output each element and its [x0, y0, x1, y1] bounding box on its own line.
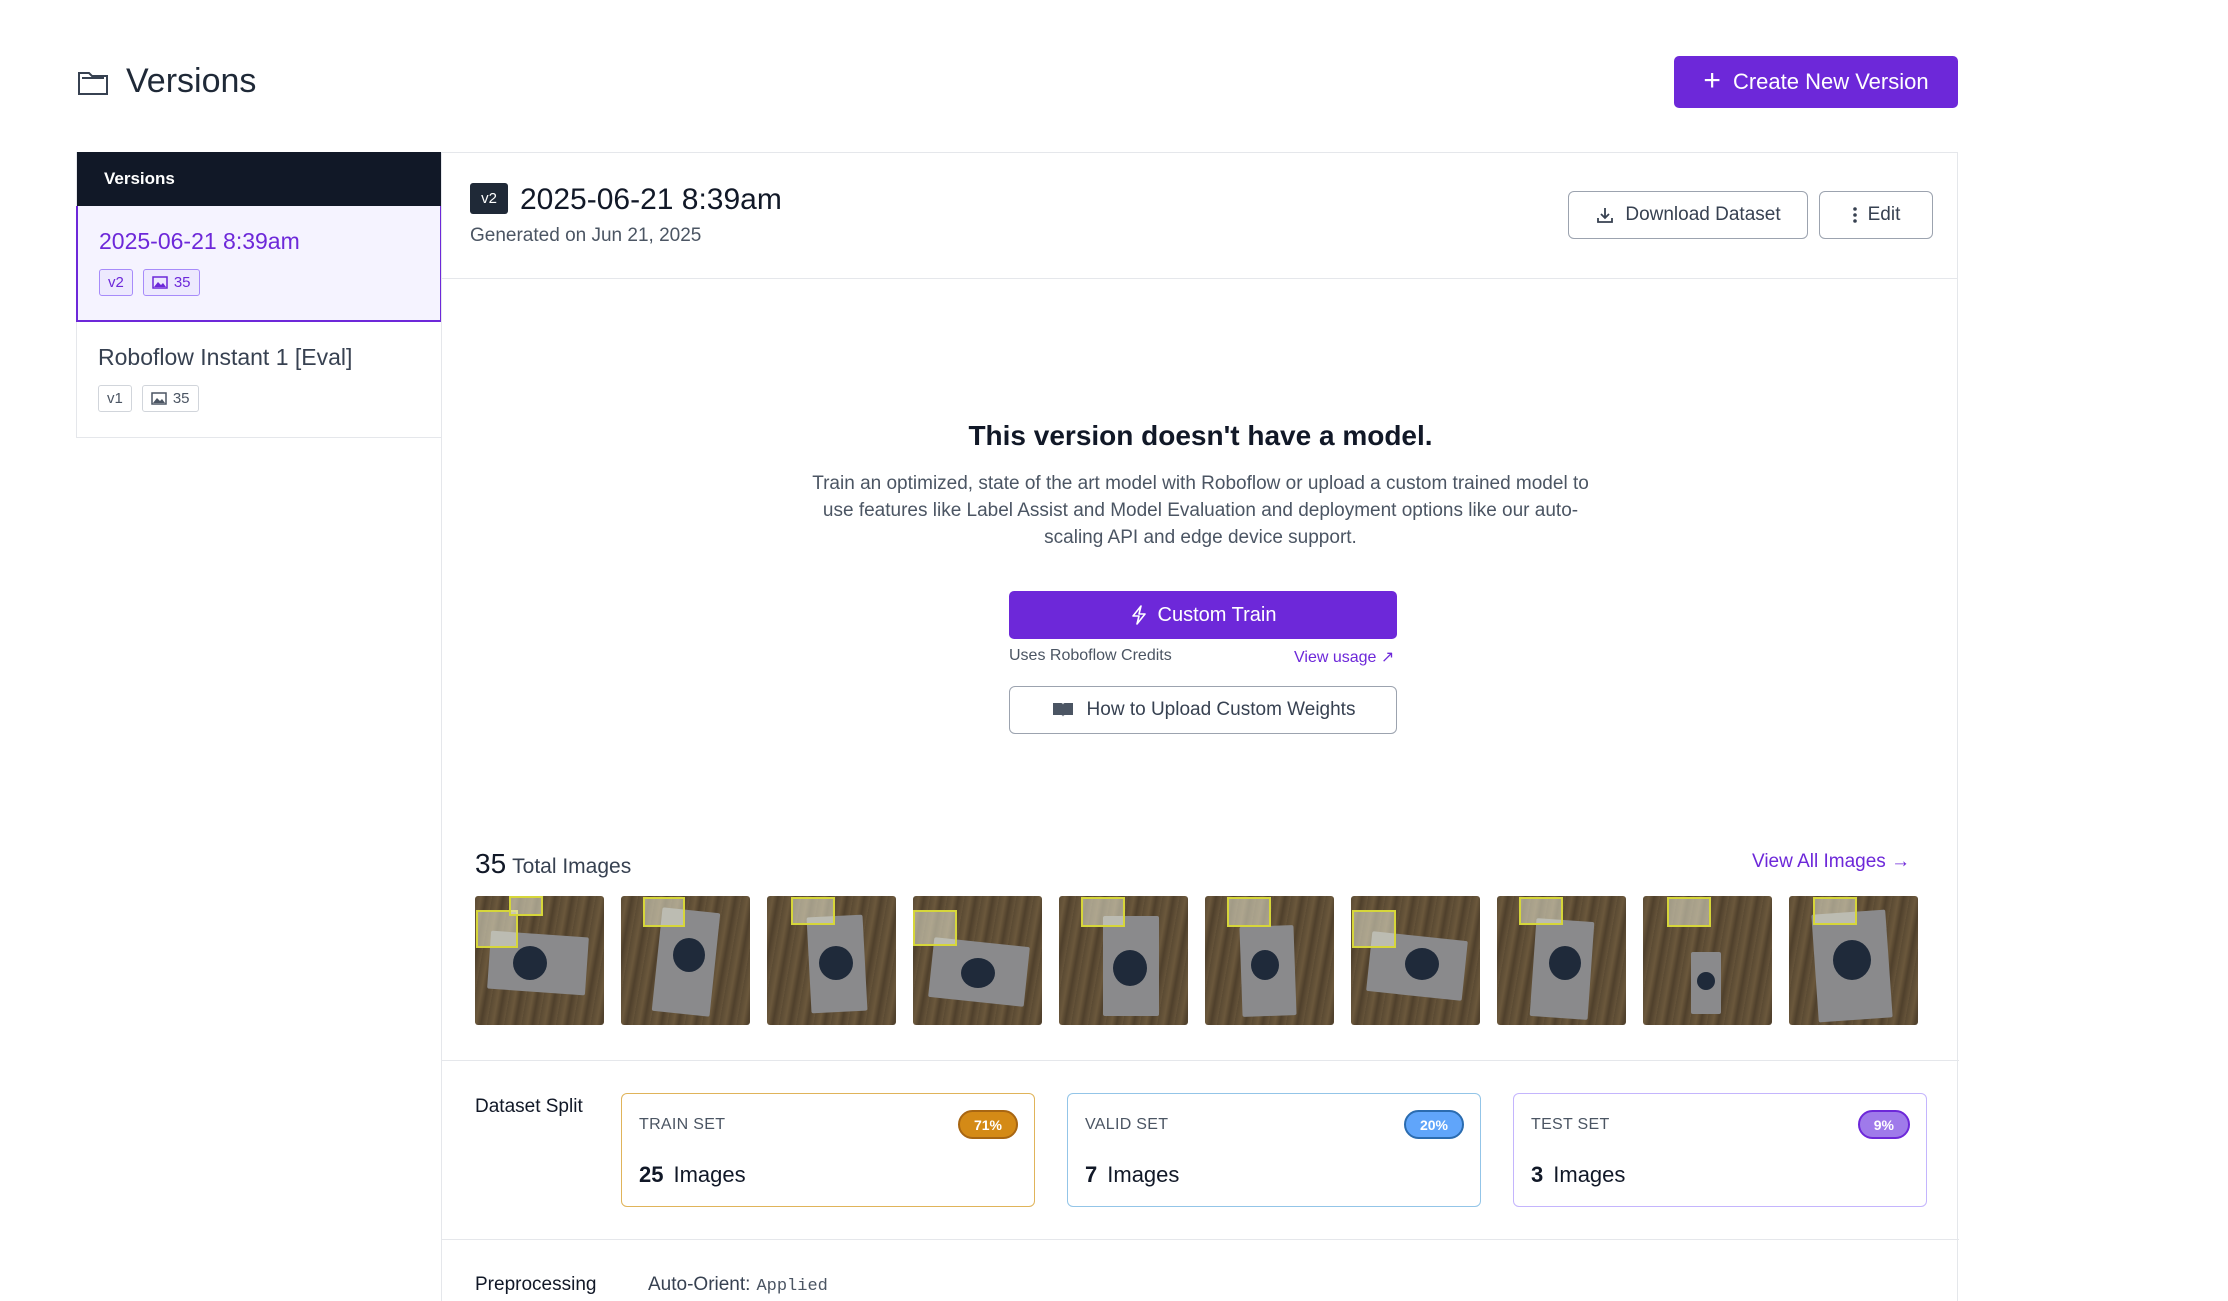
folder-icon [78, 71, 108, 95]
version-generated-date: Generated on Jun 21, 2025 [470, 225, 702, 246]
valid-set-count: 7 Images [1085, 1162, 1180, 1187]
custom-train-button[interactable]: Custom Train [1009, 591, 1397, 639]
train-set-percent: 71% [957, 1110, 1018, 1139]
image-thumbnail[interactable] [767, 896, 896, 1025]
edit-label: Edit [1867, 204, 1901, 225]
version-name: 2025-06-21 8:39am [99, 228, 300, 254]
image-thumbnail[interactable] [1789, 896, 1918, 1025]
download-icon [1597, 208, 1614, 223]
image-count-tag: 35 [141, 385, 199, 412]
version-header: v2 2025-06-21 8:39am Generated on Jun 21… [442, 153, 1957, 279]
download-dataset-label: Download Dataset [1625, 204, 1781, 225]
lightning-icon [1131, 605, 1146, 625]
page-title-wrap: Versions [76, 62, 256, 101]
valid-set-title: VALID SET [1085, 1116, 1169, 1133]
view-usage-link[interactable]: View usage ↗ [1294, 647, 1394, 667]
version-title: 2025-06-21 8:39am [520, 183, 782, 216]
test-set-title: TEST SET [1531, 1116, 1610, 1133]
version-name: Roboflow Instant 1 [Eval] [98, 344, 353, 370]
test-set-card[interactable]: TEST SET 9% 3 Images [1513, 1093, 1927, 1207]
book-icon [1052, 703, 1073, 717]
view-all-images-label: View All Images [1752, 851, 1886, 872]
no-model-description: Train an optimized, state of the art mod… [812, 473, 1589, 548]
preprocessing-item: Auto-Orient: Applied [648, 1274, 828, 1296]
version-badge: v2 [470, 183, 508, 214]
version-item-v1[interactable]: Roboflow Instant 1 [Eval] v1 35 [77, 322, 441, 438]
versions-sidebar: Versions 2025-06-21 8:39am v2 35 Roboflo… [76, 152, 442, 438]
preprocessing-label: Preprocessing [475, 1274, 597, 1295]
page-title: Versions [126, 62, 257, 100]
total-images-label: Total Images [512, 855, 632, 878]
create-new-version-label: Create New Version [1732, 69, 1929, 94]
valid-set-card[interactable]: VALID SET 20% 7 Images [1067, 1093, 1481, 1207]
preprocessing-value: Applied [756, 1277, 828, 1296]
image-thumbnail[interactable] [1351, 896, 1480, 1025]
valid-set-percent: 20% [1403, 1110, 1464, 1139]
train-set-card[interactable]: TRAIN SET 71% 25 Images [621, 1093, 1035, 1207]
no-model-section: This version doesn't have a model. Train… [442, 420, 1959, 551]
page-header: Versions + Create New Version [76, 56, 1958, 110]
upload-custom-weights-label: How to Upload Custom Weights [1086, 699, 1356, 720]
view-usage-label: View usage [1294, 649, 1377, 666]
download-dataset-button[interactable]: Download Dataset [1568, 191, 1808, 239]
image-thumbnail[interactable] [475, 896, 604, 1025]
image-icon [151, 392, 167, 405]
total-images: 35 Total Images [475, 848, 631, 880]
version-tags: v1 35 [98, 385, 441, 412]
image-count: 35 [172, 390, 190, 407]
image-thumbnail[interactable] [1059, 896, 1188, 1025]
test-set-percent: 9% [1857, 1110, 1910, 1139]
credits-note: Uses Roboflow Credits [1009, 647, 1172, 664]
image-thumbnail[interactable] [1497, 896, 1626, 1025]
total-images-count: 35 [475, 848, 507, 879]
version-tags: v2 35 [99, 269, 440, 296]
image-thumbnails [475, 896, 1918, 1025]
version-tag: v2 [99, 269, 133, 296]
create-new-version-button[interactable]: + Create New Version [1674, 56, 1958, 108]
more-vertical-icon [1852, 207, 1857, 223]
view-all-images-link[interactable]: View All Images → [1752, 851, 1910, 873]
version-detail-panel: v2 2025-06-21 8:39am Generated on Jun 21… [441, 152, 1959, 1301]
train-set-count: 25 Images [639, 1162, 746, 1187]
edit-button[interactable]: Edit [1819, 191, 1933, 239]
image-thumbnail[interactable] [913, 896, 1042, 1025]
sidebar-heading: Versions [77, 152, 441, 206]
preprocessing-key: Auto-Orient: [648, 1274, 751, 1295]
no-model-title: This version doesn't have a model. [968, 420, 1433, 451]
version-item-v2[interactable]: 2025-06-21 8:39am v2 35 [76, 206, 442, 322]
train-set-title: TRAIN SET [639, 1116, 726, 1133]
image-thumbnail[interactable] [1205, 896, 1334, 1025]
divider [442, 1060, 1959, 1061]
image-count: 35 [173, 274, 191, 291]
dataset-split-label: Dataset Split [475, 1096, 583, 1117]
test-set-count: 3 Images [1531, 1162, 1626, 1187]
image-icon [152, 276, 168, 289]
custom-train-label: Custom Train [1157, 603, 1277, 626]
image-thumbnail[interactable] [1643, 896, 1772, 1025]
upload-custom-weights-button[interactable]: How to Upload Custom Weights [1009, 686, 1397, 734]
image-thumbnail[interactable] [621, 896, 750, 1025]
version-tag: v1 [98, 385, 132, 412]
external-link-icon: ↗ [1380, 649, 1395, 666]
plus-icon: + [1703, 63, 1721, 97]
divider [442, 1239, 1959, 1240]
arrow-right-icon: → [1891, 851, 1911, 872]
image-count-tag: 35 [142, 269, 200, 296]
